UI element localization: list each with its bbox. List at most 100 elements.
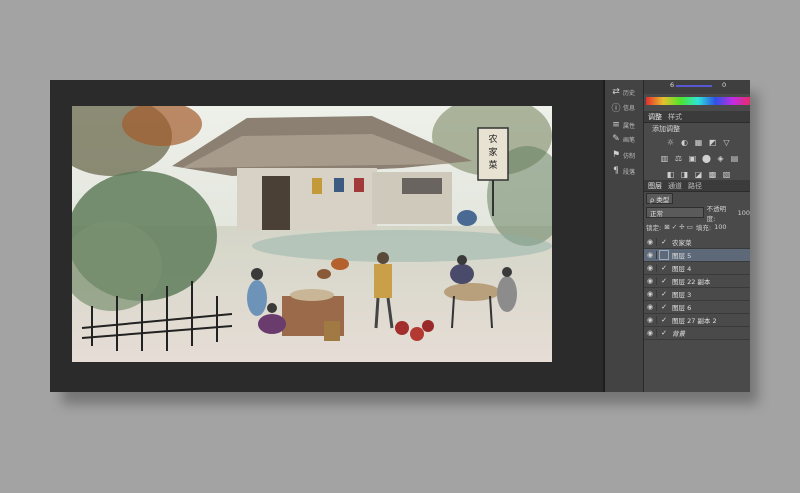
- adjustment-row-1: ☼ ◐ ▦ ◩ ▽: [666, 138, 731, 147]
- layers-tabs: 图层 通道 路径: [644, 180, 750, 192]
- gradient-map-icon[interactable]: ▩: [708, 170, 717, 179]
- layer-row-selected[interactable]: ◉ 图层 5: [644, 249, 750, 262]
- add-adjustment-label: 添加调整: [652, 125, 680, 133]
- brush-icon: ✓: [661, 290, 667, 298]
- eye-icon[interactable]: ◉: [644, 290, 657, 298]
- layer-row[interactable]: ◉ ✓ 农家菜: [644, 236, 750, 249]
- dock-properties-button[interactable]: ≡ 属性: [611, 118, 637, 132]
- opacity-label: 不透明度:: [706, 204, 727, 223]
- woman-sitting-head: [267, 303, 277, 313]
- woman-standing: [247, 280, 267, 316]
- layer-row[interactable]: ◉ ✓ 图层 4: [644, 262, 750, 275]
- dock-info-button[interactable]: ⓘ 信息: [611, 100, 637, 114]
- eye-icon[interactable]: ◉: [644, 277, 657, 285]
- lock-icons[interactable]: ⊠ ✓ ✢ ▭: [664, 223, 693, 231]
- layer-row[interactable]: ◉ ✓ 图层 22 副本: [644, 275, 750, 288]
- hanging-cloth: [334, 178, 344, 192]
- red-jar: [410, 327, 424, 341]
- canvas-area[interactable]: 农家菜: [50, 80, 603, 392]
- photoshop-window: 农家菜 ⇄ 历史 ⓘ 信息 ≡ 属性 ✎ 画笔 ⚑ 仿制 ¶ 段落 6 0 调整…: [50, 80, 750, 392]
- dock-clone-button[interactable]: ⚑ 仿制: [611, 148, 637, 162]
- layer-filter-row: ρ 类型: [646, 193, 674, 204]
- adjustments-tabs: 调整 样式: [644, 111, 750, 123]
- rooster: [331, 258, 349, 270]
- fill-label: 填充:: [695, 223, 712, 232]
- tab-paths[interactable]: 路径: [688, 181, 702, 191]
- bw-icon[interactable]: ▣: [688, 154, 697, 163]
- balance-icon[interactable]: ⚖: [674, 154, 683, 163]
- barrel: [324, 321, 340, 341]
- round-table: [444, 283, 500, 301]
- brush-icon: ✓: [661, 238, 667, 246]
- properties-icon: ≡: [612, 120, 620, 130]
- history-icon: ⇄: [612, 87, 620, 97]
- artwork-painting: 农家菜: [72, 106, 552, 362]
- color-slider[interactable]: [676, 85, 712, 87]
- invert-icon[interactable]: ◧: [666, 170, 675, 179]
- exposure-icon[interactable]: ◩: [708, 138, 717, 147]
- house-door: [262, 176, 290, 230]
- eye-icon[interactable]: ◉: [644, 316, 657, 324]
- brightness-icon[interactable]: ☼: [666, 138, 675, 147]
- diner-right: [497, 276, 517, 312]
- color-panel: 6 0: [644, 80, 750, 94]
- vibrance-icon[interactable]: ▽: [722, 138, 731, 147]
- layer-row[interactable]: ◉ ✓ 图层 3: [644, 288, 750, 301]
- brush-icon: ✓: [661, 303, 667, 311]
- hanging-cloth: [312, 178, 322, 194]
- brush-icon: ✓: [661, 329, 667, 337]
- info-icon: ⓘ: [611, 103, 621, 114]
- brush-icon: ✓: [661, 264, 667, 272]
- color-spectrum[interactable]: [646, 97, 750, 105]
- tab-channels[interactable]: 通道: [668, 181, 682, 191]
- diner-left: [450, 264, 474, 284]
- channel-mixer-icon[interactable]: ◈: [716, 154, 725, 163]
- woman-sitting: [258, 314, 286, 334]
- dock-history-button[interactable]: ⇄ 历史: [611, 85, 637, 99]
- layer-row[interactable]: ◉ ✓ 背景: [644, 327, 750, 340]
- layers-list: ◉ ✓ 农家菜 ◉ 图层 5 ◉ ✓ 图层 4 ◉ ✓ 图层 22 副本 ◉ ✓ 图层 3 ◉ ✓ 图…: [644, 236, 750, 340]
- layer-thumbnail: [659, 250, 669, 260]
- layer-row[interactable]: ◉ ✓ 图层 27 副本 2: [644, 314, 750, 327]
- threshold-icon[interactable]: ◪: [694, 170, 703, 179]
- hen: [317, 269, 331, 279]
- eye-icon[interactable]: ◉: [644, 251, 657, 259]
- hue-icon[interactable]: ▥: [660, 154, 669, 163]
- tab-adjustments[interactable]: 调整: [648, 112, 662, 122]
- lookup-icon[interactable]: ▤: [730, 154, 739, 163]
- color-value-left: 6: [670, 81, 675, 89]
- curves-icon[interactable]: ▦: [694, 138, 703, 147]
- eye-icon[interactable]: ◉: [644, 238, 657, 246]
- house-wall: [237, 168, 377, 230]
- red-jar: [422, 320, 434, 332]
- eye-icon[interactable]: ◉: [644, 303, 657, 311]
- jar: [457, 210, 477, 226]
- levels-icon[interactable]: ◐: [680, 138, 689, 147]
- adjustment-row-3: ◧ ◨ ◪ ▩ ▧: [666, 170, 731, 179]
- layer-filter-select[interactable]: ρ 类型: [646, 193, 674, 204]
- eye-icon[interactable]: ◉: [644, 264, 657, 272]
- adjustment-row-2: ▥ ⚖ ▣ ⬤ ◈ ▤: [660, 154, 739, 163]
- layer-row[interactable]: ◉ ✓ 图层 6: [644, 301, 750, 314]
- wash-blue: [252, 230, 552, 262]
- eye-icon[interactable]: ◉: [644, 329, 657, 337]
- panel-dock: ⇄ 历史 ⓘ 信息 ≡ 属性 ✎ 画笔 ⚑ 仿制 ¶ 段落: [605, 80, 644, 392]
- fill-value[interactable]: 100: [714, 223, 726, 231]
- blend-mode-select[interactable]: 正常: [646, 207, 704, 218]
- tab-styles[interactable]: 样式: [668, 112, 682, 122]
- selective-color-icon[interactable]: ▧: [722, 170, 731, 179]
- tab-layers[interactable]: 图层: [648, 181, 662, 191]
- window: [402, 178, 442, 194]
- photo-filter-icon[interactable]: ⬤: [702, 154, 711, 163]
- lock-label: 锁定:: [646, 223, 662, 232]
- dock-brush-button[interactable]: ✎ 画笔: [611, 132, 637, 146]
- brush-icon: ✓: [661, 316, 667, 324]
- woman-head: [251, 268, 263, 280]
- dock-paragraph-button[interactable]: ¶ 段落: [611, 164, 637, 178]
- sign-text: 农家菜: [488, 133, 497, 171]
- lock-row: 锁定: ⊠ ✓ ✢ ▭ 填充: 100: [646, 221, 727, 232]
- opacity-value[interactable]: 100: [738, 209, 750, 217]
- color-value-right: 0: [722, 81, 727, 89]
- posterize-icon[interactable]: ◨: [680, 170, 689, 179]
- brush-icon: ✎: [612, 134, 620, 144]
